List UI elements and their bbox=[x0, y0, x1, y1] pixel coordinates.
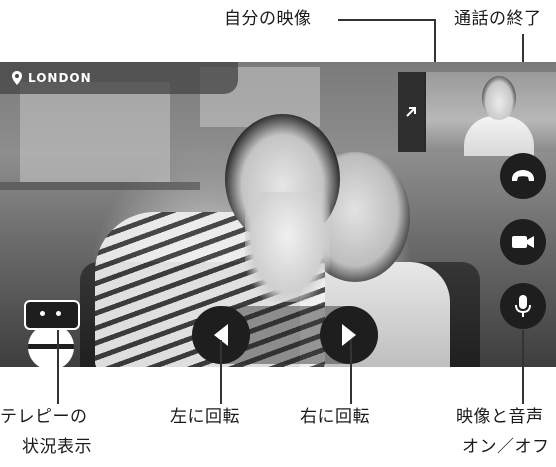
callout-self-view: 自分の映像 bbox=[224, 9, 312, 29]
callout-telepresence-status-1: テレピーの bbox=[0, 407, 88, 427]
callout-media-toggle-1: 映像と音声 bbox=[456, 407, 544, 427]
callout-media-line bbox=[522, 330, 524, 404]
callout-rotate-left-line bbox=[220, 340, 222, 404]
callout-telepresence-status-2: 状況表示 bbox=[22, 437, 92, 457]
callout-rotate-left: 左に回転 bbox=[170, 407, 240, 427]
telepresence-status-indicator bbox=[22, 300, 80, 367]
self-view[interactable] bbox=[424, 72, 556, 156]
callout-self-view-line-h bbox=[338, 19, 435, 21]
triangle-right-icon bbox=[342, 324, 356, 346]
callout-tele-line bbox=[57, 330, 59, 404]
callout-media-toggle-2: オン／オフ bbox=[462, 437, 550, 457]
expand-arrow-icon bbox=[406, 107, 416, 117]
rotate-right-button[interactable] bbox=[320, 306, 378, 364]
end-call-button[interactable] bbox=[500, 153, 546, 199]
callout-rotate-right: 右に回転 bbox=[300, 407, 370, 427]
phone-hangup-icon bbox=[512, 170, 534, 181]
video-camera-icon bbox=[512, 236, 534, 248]
remote-video-feed: LONDON bbox=[0, 62, 556, 367]
mic-toggle-button[interactable] bbox=[500, 283, 546, 329]
location-badge: LONDON bbox=[0, 62, 238, 94]
pin-icon bbox=[12, 71, 22, 85]
callout-end-call: 通話の終了 bbox=[454, 9, 542, 29]
video-toggle-button[interactable] bbox=[500, 219, 546, 265]
callout-rotate-right-line bbox=[350, 340, 352, 404]
expand-self-view-button[interactable] bbox=[398, 72, 424, 152]
microphone-icon bbox=[515, 295, 531, 317]
location-label: LONDON bbox=[28, 71, 92, 85]
